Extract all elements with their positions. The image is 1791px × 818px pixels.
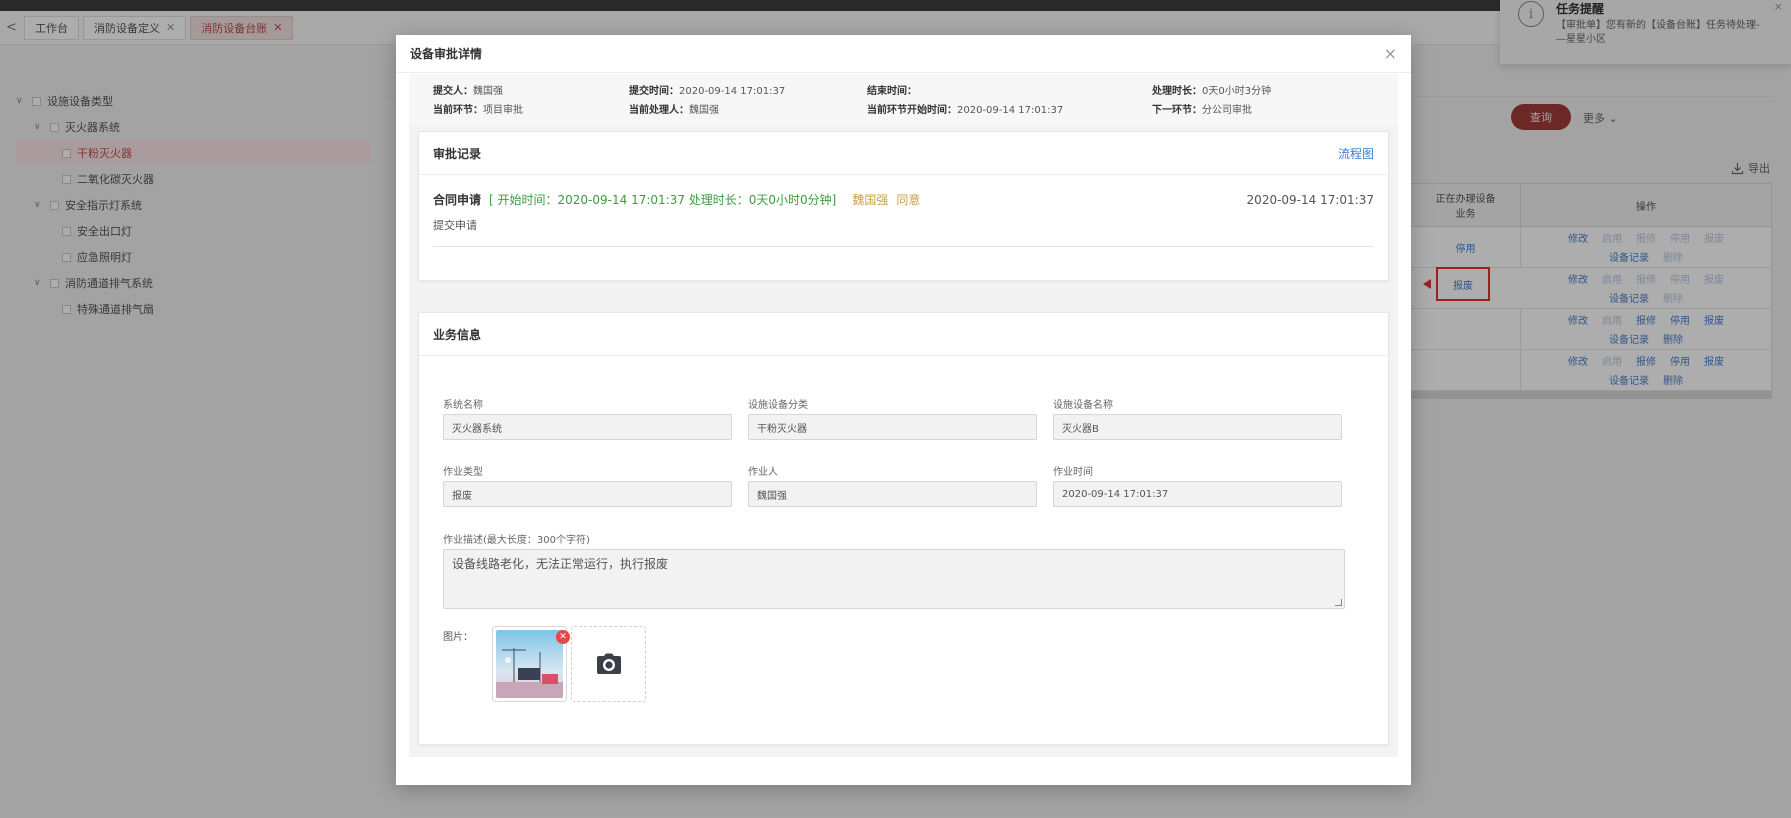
camera-icon: [596, 653, 621, 674]
field-label: 系统名称: [443, 400, 483, 411]
record-handler: 魏国强: [852, 193, 889, 207]
record-time: 2020-09-14 17:01:37: [1246, 192, 1374, 207]
divider: [433, 246, 1374, 247]
work-time-field: 作业时间 2020-09-14 17:01:37: [1053, 463, 1342, 507]
system-name-field: 系统名称 灭火器系统: [443, 396, 732, 440]
device-name-field: 设施设备名称 灭火器B: [1053, 396, 1342, 440]
business-info-card: 业务信息 系统名称 灭火器系统 设施设备分类 干粉灭火器 设施设备名称 灭火器B…: [418, 312, 1389, 745]
approval-records-card: 审批记录 流程图 合同申请 [ 开始时间：2020-09-14 17:01:37…: [418, 131, 1389, 281]
record-detail: [ 开始时间：2020-09-14 17:01:37 处理时长：0天0小时0分钟…: [489, 193, 837, 207]
field-label: 作业描述(最大长度：300个字符): [443, 535, 590, 546]
delete-image-icon[interactable]: ✕: [556, 630, 570, 644]
record-action: 提交申请: [433, 219, 477, 232]
field-label: 作业时间: [1053, 467, 1093, 478]
flowchart-link[interactable]: 流程图: [1338, 145, 1374, 162]
end-time: 结束时间：: [867, 86, 917, 97]
record-name: 合同申请: [433, 193, 482, 207]
current-handler: 当前处理人：魏国强: [629, 105, 719, 116]
description-textarea[interactable]: 设备线路老化，无法正常运行，执行报废: [443, 549, 1345, 609]
description-field: 作业描述(最大长度：300个字符) 设备线路老化，无法正常运行，执行报废: [443, 531, 1345, 609]
field-label: 作业类型: [443, 467, 483, 478]
dialog-body: 提交人：魏国强 提交时间：2020-09-14 17:01:37 结束时间： 处…: [409, 74, 1398, 757]
field-label: 设施设备分类: [748, 400, 808, 411]
resize-handle[interactable]: [1335, 599, 1342, 606]
card-header: 业务信息: [419, 313, 1388, 356]
field-label: 设施设备名称: [1053, 400, 1113, 411]
worker-input[interactable]: 魏国强: [748, 481, 1037, 507]
thumbnail-image[interactable]: [496, 630, 563, 698]
card-title: 业务信息: [433, 327, 482, 342]
image-thumbnail[interactable]: ✕: [492, 626, 570, 702]
work-time-input[interactable]: 2020-09-14 17:01:37: [1053, 481, 1342, 507]
dialog-title: 设备审批详情: [410, 47, 483, 61]
system-name-input[interactable]: 灭火器系统: [443, 414, 732, 440]
approval-meta: 提交人：魏国强 提交时间：2020-09-14 17:01:37 结束时间： 处…: [409, 74, 1398, 125]
record-result: 同意: [896, 193, 921, 207]
field-label: 作业人: [748, 467, 778, 478]
dialog-header: 设备审批详情 ×: [396, 35, 1411, 73]
submit-time: 提交时间：2020-09-14 17:01:37: [629, 86, 786, 97]
description-text: 设备线路老化，无法正常运行，执行报废: [452, 557, 669, 571]
category-field: 设施设备分类 干粉灭火器: [748, 396, 1037, 440]
worker-field: 作业人 魏国强: [748, 463, 1037, 507]
submitter: 提交人：魏国强: [433, 86, 503, 97]
stage-start-time: 当前环节开始时间：2020-09-14 17:01:37: [867, 105, 1064, 116]
record-entry: 合同申请 [ 开始时间：2020-09-14 17:01:37 处理时长：0天0…: [433, 191, 1374, 208]
category-input[interactable]: 干粉灭火器: [748, 414, 1037, 440]
close-icon[interactable]: ×: [1384, 44, 1397, 63]
work-type-input[interactable]: 报废: [443, 481, 732, 507]
duration: 处理时长：0天0小时3分钟: [1152, 86, 1272, 97]
card-header: 审批记录 流程图: [419, 132, 1388, 175]
pictures-label: 图片：: [443, 632, 473, 643]
approval-detail-dialog: 设备审批详情 × 提交人：魏国强 提交时间：2020-09-14 17:01:3…: [396, 35, 1411, 785]
device-name-input[interactable]: 灭火器B: [1053, 414, 1342, 440]
next-stage: 下一环节：分公司审批: [1152, 105, 1252, 116]
upload-image-button[interactable]: [571, 626, 646, 702]
current-stage: 当前环节：项目审批: [433, 105, 523, 116]
card-title: 审批记录: [433, 146, 482, 161]
work-type-field: 作业类型 报废: [443, 463, 732, 507]
